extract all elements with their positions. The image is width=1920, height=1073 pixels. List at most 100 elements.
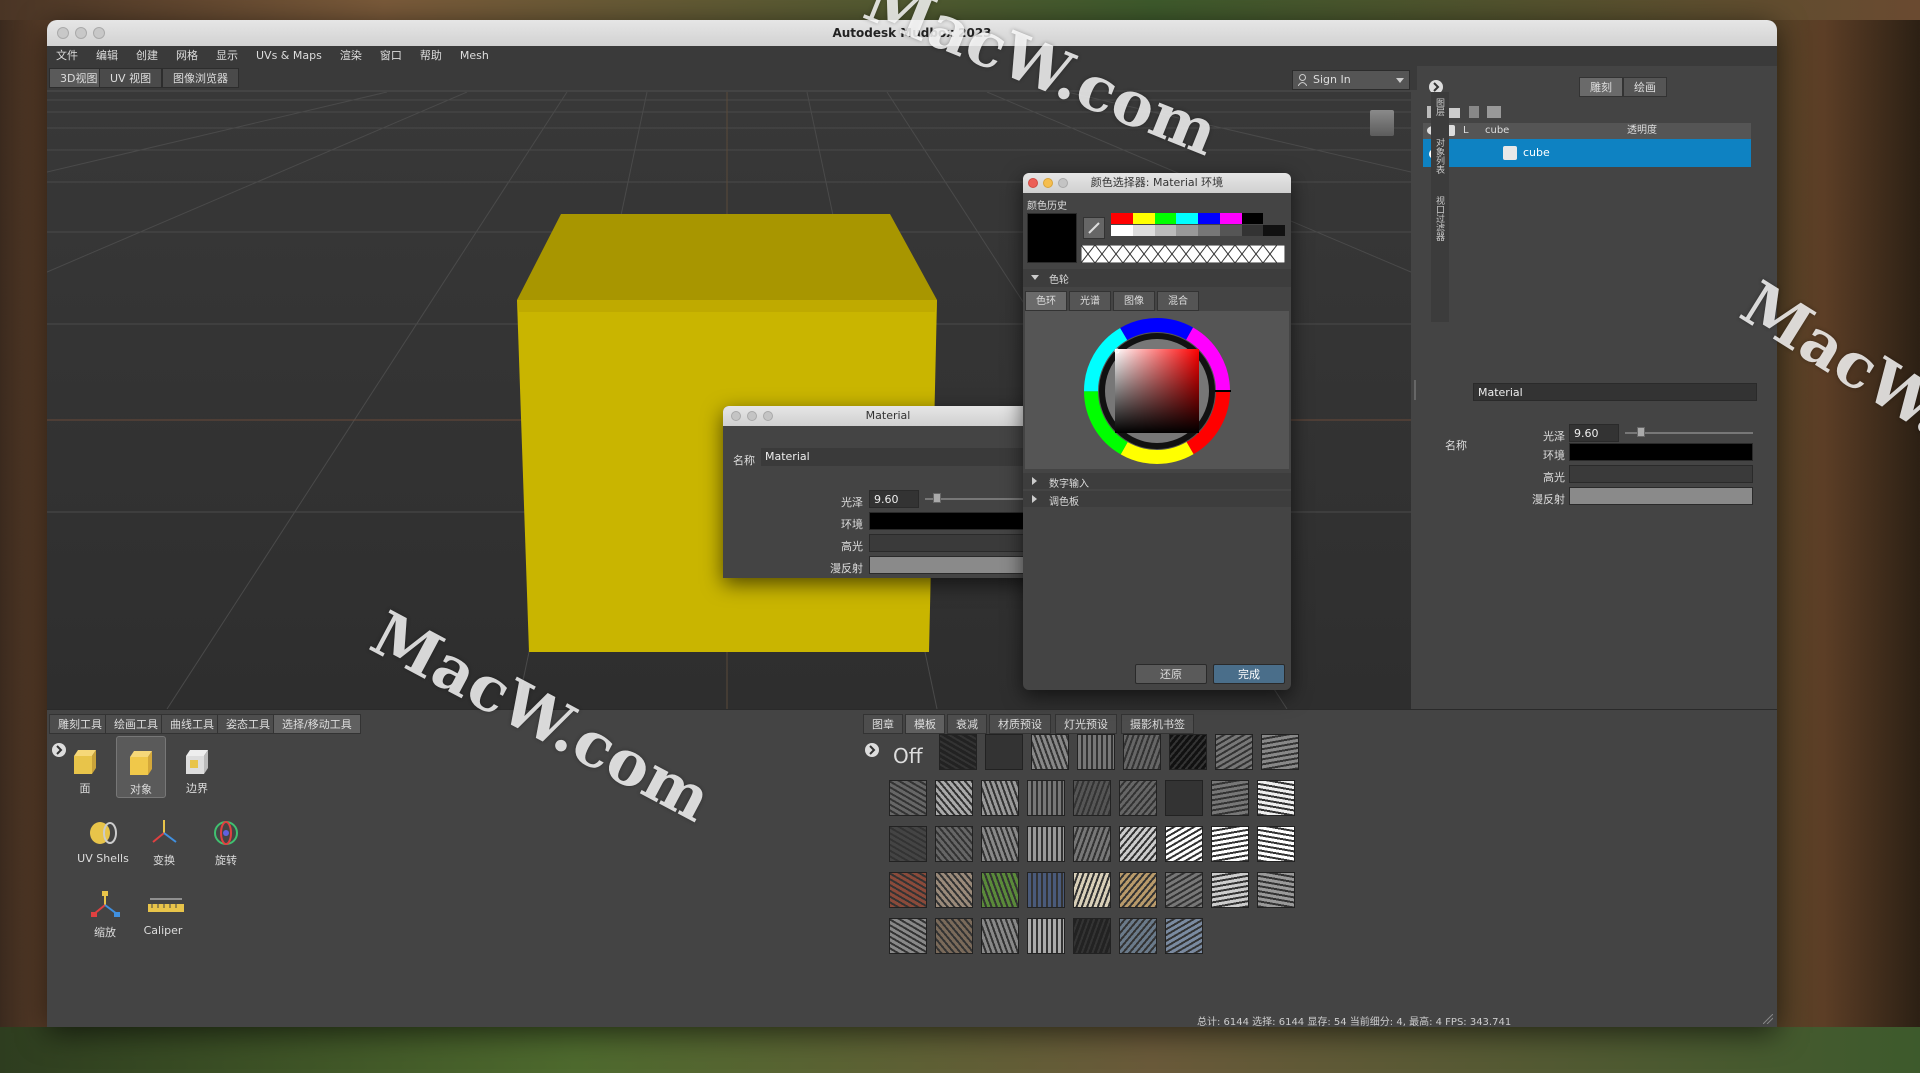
tab-image-browser[interactable]: 图像浏览器 [162, 68, 239, 88]
merge-icon[interactable] [1487, 106, 1501, 118]
object-row-cube[interactable]: cube [1423, 139, 1751, 167]
cp-swatch[interactable] [1132, 213, 1155, 224]
stencil-thumbnail[interactable] [1215, 734, 1253, 770]
cp-current-color[interactable] [1027, 213, 1077, 263]
vtab-object-list[interactable]: 对象列表 [1433, 138, 1446, 174]
cp-close-button[interactable] [1028, 178, 1038, 188]
stencil-thumbnail[interactable] [981, 872, 1019, 908]
cp-gray-swatch[interactable] [1132, 225, 1155, 236]
cp-reset-button[interactable]: 还原 [1135, 664, 1207, 684]
cp-swatch[interactable] [1154, 213, 1177, 224]
material-minimize-button[interactable] [747, 411, 757, 421]
stencil-thumbnail[interactable] [935, 872, 973, 908]
cp-swatch[interactable] [1198, 213, 1220, 224]
rp-diffuse-swatch[interactable] [1569, 487, 1753, 505]
rp-gloss-input[interactable]: 9.60 [1569, 424, 1619, 442]
tab-stamps[interactable]: 图章 [863, 714, 903, 734]
tool-uv-shells[interactable]: UV Shells [75, 808, 131, 870]
cp-swatch[interactable] [1219, 213, 1242, 224]
stencil-thumbnail[interactable] [935, 918, 973, 954]
stencil-thumbnail[interactable] [1073, 780, 1111, 816]
cp-gray-swatch[interactable] [1176, 225, 1198, 236]
tab-paint-tools[interactable]: 绘画工具 [105, 714, 167, 734]
stencil-thumbnail[interactable] [1211, 780, 1249, 816]
stencil-thumbnail[interactable] [1073, 826, 1111, 862]
stamp-off[interactable]: Off [893, 744, 923, 768]
menu-mesh-cn[interactable]: 网格 [167, 46, 207, 66]
md-gloss-input[interactable]: 9.60 [869, 490, 919, 508]
stencil-thumbnail[interactable] [1119, 918, 1157, 954]
cp-gray-swatch[interactable] [1154, 225, 1177, 236]
tab-curve-tools[interactable]: 曲线工具 [161, 714, 223, 734]
stencil-thumbnail[interactable] [1169, 734, 1207, 770]
menu-mesh[interactable]: Mesh [451, 46, 498, 66]
stencil-thumbnail[interactable] [939, 734, 977, 770]
cp-gray-swatch[interactable] [1219, 225, 1242, 236]
stencil-thumbnail[interactable] [1257, 872, 1295, 908]
cp-gray-swatch[interactable] [1198, 225, 1220, 236]
tab-stencils[interactable]: 模板 [905, 714, 945, 734]
tab-sculpt-tools[interactable]: 雕刻工具 [49, 714, 111, 734]
cp-zoom-button[interactable] [1058, 178, 1068, 188]
stencil-thumbnail[interactable] [1123, 734, 1161, 770]
tool-scale[interactable]: 缩放 [80, 880, 130, 942]
cp-tab-wheel[interactable]: 色环 [1025, 291, 1067, 311]
menu-render[interactable]: 渲染 [331, 46, 371, 66]
cp-gray-swatch[interactable] [1111, 225, 1133, 236]
cp-tab-spectrum[interactable]: 光谱 [1069, 291, 1111, 311]
tab-falloff[interactable]: 衰减 [947, 714, 987, 734]
tool-translate[interactable]: 变换 [139, 808, 189, 870]
tool-faces[interactable]: 面 [60, 736, 110, 798]
sign-in-dropdown[interactable]: Sign In [1292, 70, 1410, 90]
rp-gloss-slider-handle[interactable] [1637, 427, 1645, 437]
rp-name-input[interactable]: Material [1473, 383, 1757, 401]
stencil-thumbnail[interactable] [1073, 872, 1111, 908]
cp-minimize-button[interactable] [1043, 178, 1053, 188]
rp-specular-swatch[interactable] [1569, 465, 1753, 483]
stencil-thumbnail[interactable] [1027, 780, 1065, 816]
stencil-thumbnail[interactable] [1119, 826, 1157, 862]
cp-tab-blend[interactable]: 混合 [1157, 291, 1199, 311]
stencil-thumbnail[interactable] [1165, 872, 1203, 908]
cp-numeric-section[interactable]: 数字输入 [1023, 473, 1291, 490]
stencil-thumbnail[interactable] [935, 826, 973, 862]
tab-select-move-tools[interactable]: 选择/移动工具 [273, 714, 361, 734]
stencil-thumbnail[interactable] [1119, 872, 1157, 908]
stencil-thumbnail[interactable] [985, 734, 1023, 770]
cp-swatch[interactable] [1111, 213, 1133, 224]
cp-palette-section[interactable]: 调色板 [1023, 491, 1291, 508]
menu-uvs-maps[interactable]: UVs & Maps [247, 46, 331, 66]
stencil-thumbnail[interactable] [1027, 918, 1065, 954]
cp-gray-swatch[interactable] [1241, 225, 1264, 236]
menu-edit[interactable]: 编辑 [87, 46, 127, 66]
menu-file[interactable]: 文件 [47, 46, 87, 66]
cp-wheel-section[interactable]: 色轮 [1023, 269, 1291, 287]
stencil-thumbnail[interactable] [1119, 780, 1157, 816]
stencil-thumbnail[interactable] [1073, 918, 1111, 954]
stencil-thumbnail[interactable] [889, 780, 927, 816]
stencil-thumbnail[interactable] [1257, 826, 1295, 862]
stencil-thumbnail[interactable] [1165, 826, 1203, 862]
stencil-thumbnail[interactable] [981, 826, 1019, 862]
stencil-thumbnail[interactable] [1211, 872, 1249, 908]
panel-divider-handle[interactable] [1414, 380, 1416, 400]
view-cube-icon[interactable] [1370, 110, 1394, 136]
stencil-thumbnail[interactable] [1027, 826, 1065, 862]
stencil-thumbnail[interactable] [1165, 780, 1203, 816]
md-name-input[interactable]: Material [761, 448, 1053, 466]
menu-help[interactable]: 帮助 [411, 46, 451, 66]
stencil-thumbnail[interactable] [935, 780, 973, 816]
material-zoom-button[interactable] [763, 411, 773, 421]
stencil-thumbnail[interactable] [889, 872, 927, 908]
stencil-thumbnail[interactable] [1165, 918, 1203, 954]
tool-rotate[interactable]: 旋转 [201, 808, 251, 870]
menu-display[interactable]: 显示 [207, 46, 247, 66]
menu-window[interactable]: 窗口 [371, 46, 411, 66]
eyedropper-icon[interactable] [1083, 217, 1105, 239]
md-gloss-slider-handle[interactable] [933, 493, 941, 503]
tool-objects[interactable]: 对象 [116, 736, 166, 798]
stencil-thumbnail[interactable] [1027, 872, 1065, 908]
zoom-window-button[interactable] [93, 27, 105, 39]
stencil-thumbnail[interactable] [1257, 780, 1295, 816]
trash-icon[interactable] [1469, 106, 1479, 118]
